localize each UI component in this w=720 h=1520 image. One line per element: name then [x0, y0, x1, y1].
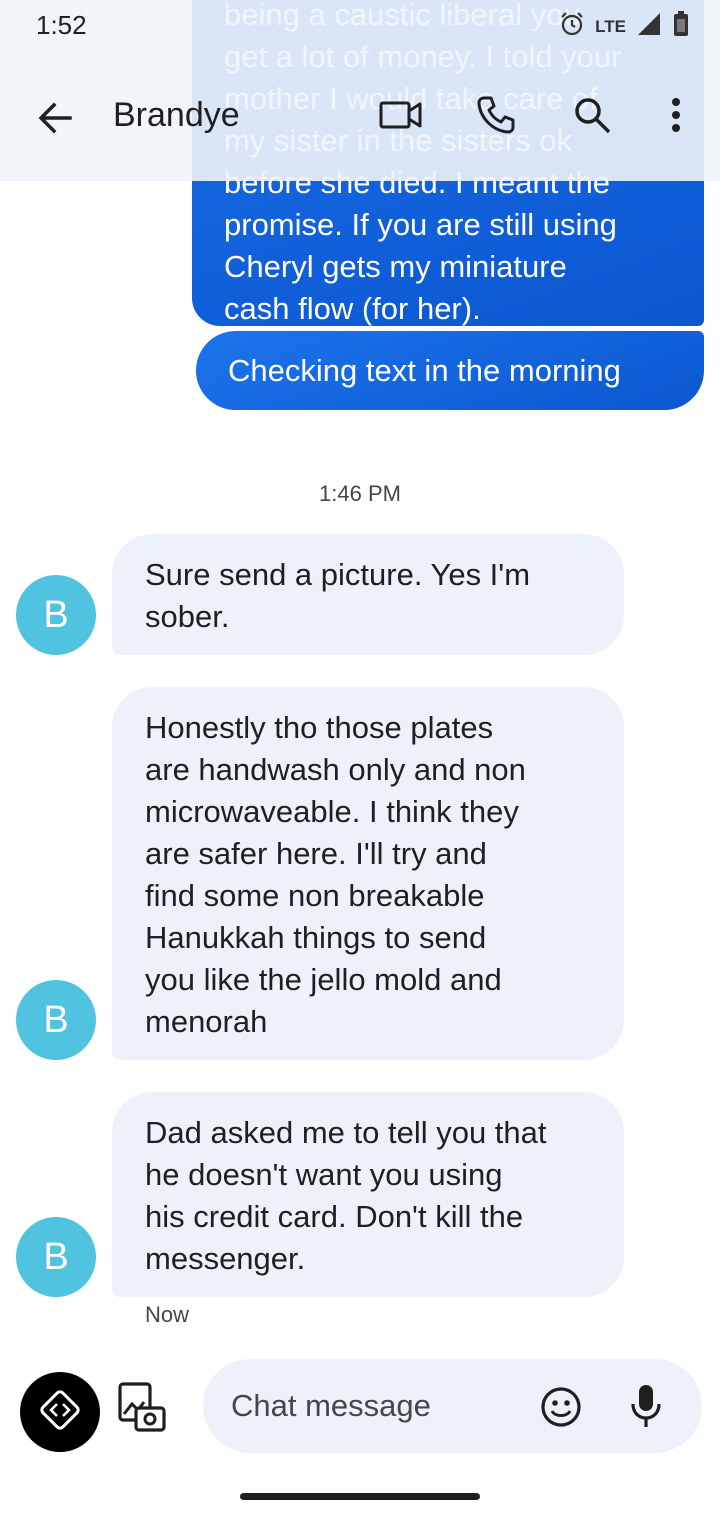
video-call-button[interactable]	[378, 92, 424, 142]
signal-icon	[636, 11, 662, 42]
compose-field[interactable]	[203, 1359, 702, 1453]
incoming-message-bubble[interactable]: Honestly tho those plates are handwash o…	[112, 687, 624, 1060]
arrow-back-icon	[32, 102, 80, 144]
more-actions-button[interactable]	[20, 1372, 100, 1452]
app-header: 1:52 LTE Brandye	[0, 0, 720, 181]
status-time: 1:52	[36, 10, 87, 40]
search-button[interactable]	[570, 92, 614, 142]
contact-name[interactable]: Brandye	[113, 96, 240, 135]
gesture-navigation-bar[interactable]	[240, 1493, 480, 1500]
contact-avatar[interactable]: B	[16, 980, 96, 1060]
search-icon	[572, 95, 612, 140]
code-expand-icon	[38, 1388, 82, 1437]
more-vert-icon	[671, 97, 681, 137]
incoming-message-bubble[interactable]: Dad asked me to tell you that he doesn't…	[112, 1092, 624, 1297]
phone-icon	[476, 95, 516, 140]
outgoing-message-bubble[interactable]: Checking text in the morning	[196, 331, 704, 410]
battery-icon	[672, 10, 690, 43]
contact-avatar[interactable]: B	[16, 575, 96, 655]
contact-avatar[interactable]: B	[16, 1217, 96, 1297]
more-options-button[interactable]	[662, 92, 690, 142]
emoji-icon	[538, 1387, 584, 1434]
status-icons: LTE	[559, 10, 690, 43]
voice-input-button[interactable]	[623, 1382, 669, 1430]
emoji-button[interactable]	[538, 1384, 584, 1430]
voice-call-button[interactable]	[473, 92, 519, 142]
video-call-icon	[379, 100, 423, 135]
message-text: Checking text in the morning	[228, 353, 621, 388]
network-type: LTE	[595, 16, 626, 36]
message-status: Now	[145, 1302, 190, 1327]
incoming-message-bubble[interactable]: Sure send a picture. Yes I'm sober.	[112, 534, 624, 655]
mic-icon	[623, 1385, 669, 1434]
chat-message-input[interactable]	[231, 1359, 521, 1453]
message-text: Sure send a picture. Yes I'm sober.	[145, 557, 531, 634]
message-text: Honestly tho those plates are handwash o…	[145, 710, 526, 1039]
back-button[interactable]	[32, 96, 80, 140]
alarm-icon	[559, 11, 585, 42]
attach-media-button[interactable]	[114, 1380, 170, 1436]
gallery-icon	[114, 1382, 170, 1440]
message-timestamp: 1:46 PM	[319, 481, 401, 506]
message-text: Dad asked me to tell you that he doesn't…	[145, 1115, 547, 1276]
